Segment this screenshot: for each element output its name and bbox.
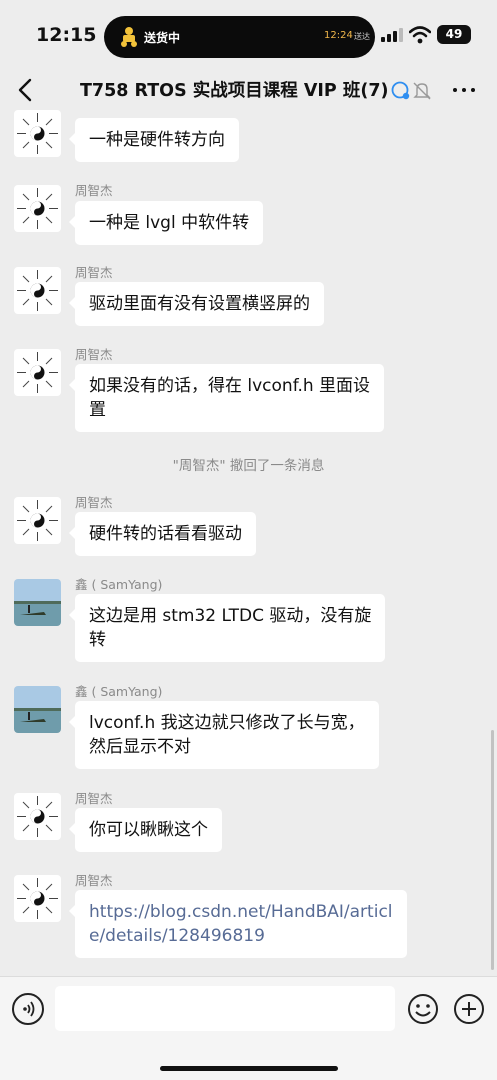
lake-photo-avatar-icon [14, 686, 61, 733]
input-bar [0, 976, 497, 1080]
mention-icon [391, 81, 410, 100]
avatar[interactable] [14, 267, 61, 314]
message-bubble[interactable]: 一种是 lvgl 中软件转 [68, 201, 264, 245]
sender-name: 周智杰 [75, 265, 113, 280]
taiji-avatar-icon [14, 349, 61, 396]
sender-name: 周智杰 [75, 347, 113, 362]
status-time: 12:15 [36, 24, 97, 46]
taiji-avatar-icon [14, 497, 61, 544]
taiji-avatar-icon [14, 875, 61, 922]
taiji-avatar-icon [14, 793, 61, 840]
recall-notice: "周智杰" 撤回了一条消息 [172, 458, 325, 474]
mute-bell-icon [413, 82, 431, 100]
chat-header: T758 RTOS 实战项目课程 VIP 班(7) [0, 70, 497, 110]
home-indicator[interactable] [160, 1066, 338, 1071]
delivery-eta: 12:24 [324, 30, 353, 41]
message-bubble[interactable]: 一种是硬件转方向 [69, 118, 239, 162]
message-bubble[interactable]: 这边是用 stm32 LTDC 驱动，没有旋 转 [68, 594, 386, 662]
avatar[interactable] [14, 793, 61, 840]
emoji-icon[interactable] [407, 993, 439, 1025]
message-line: 置 [89, 400, 106, 420]
delivery-rider-icon [121, 27, 137, 47]
delivery-eta-suffix: 送达 [354, 32, 370, 41]
message-bubble[interactable]: 驱动里面有没有设置横竖屏的 [69, 282, 324, 326]
message-bubble[interactable]: 你可以瞅瞅这个 [69, 808, 222, 852]
avatar[interactable] [14, 349, 61, 396]
message-bubble[interactable]: 如果没有的话，得在 lvconf.h 里面设 置 [68, 364, 385, 432]
sender-name: 鑫 ( SamYang) [75, 684, 163, 699]
message-bubble[interactable]: lvconf.h 我这边就只修改了长与宽， 然后显示不对 [69, 701, 379, 769]
avatar[interactable] [14, 579, 61, 626]
message-line: lvconf.h 我这边就只修改了长与宽， [89, 713, 365, 733]
sender-name: 鑫 ( SamYang) [75, 577, 163, 592]
message-line: 如果没有的话，得在 lvconf.h 里面设 [89, 376, 371, 396]
link-message-bubble[interactable]: https://blog.csdn.net/HandBAI/articl e/d… [69, 890, 407, 958]
message-line: 转 [89, 630, 106, 650]
battery-indicator: 49 [437, 25, 471, 44]
lake-photo-avatar-icon [14, 579, 61, 626]
sender-name: 周智杰 [75, 183, 113, 198]
taiji-avatar-icon [14, 185, 61, 232]
back-arrow-icon[interactable] [14, 76, 38, 104]
message-input[interactable] [55, 986, 395, 1031]
more-dots-icon[interactable] [452, 78, 476, 102]
sender-name: 周智杰 [75, 495, 113, 510]
message-list[interactable]: 一种是硬件转方向 周智杰 一种是 lvgl 中软件转 周智杰 驱动里面有没有设置… [0, 110, 497, 976]
avatar[interactable] [14, 110, 61, 157]
dynamic-island[interactable]: 送货中 12:24 送达 [104, 16, 375, 58]
delivery-status-label: 送货中 [144, 31, 181, 45]
status-bar: 12:15 送货中 12:24 送达 49 [0, 0, 497, 70]
voice-icon[interactable] [12, 993, 44, 1025]
sender-name: 周智杰 [75, 873, 113, 888]
chat-title: T758 RTOS 实战项目课程 VIP 班(7) [80, 81, 389, 101]
sender-name: 周智杰 [75, 791, 113, 806]
plus-icon[interactable] [453, 993, 485, 1025]
message-line: 这边是用 stm32 LTDC 驱动，没有旋 [89, 606, 372, 626]
avatar[interactable] [14, 497, 61, 544]
wifi-icon [409, 26, 431, 44]
taiji-avatar-icon [14, 110, 61, 157]
avatar[interactable] [14, 185, 61, 232]
cellular-signal-icon [381, 28, 403, 42]
avatar[interactable] [14, 686, 61, 733]
avatar[interactable] [14, 875, 61, 922]
message-line: 然后显示不对 [89, 737, 191, 757]
taiji-avatar-icon [14, 267, 61, 314]
battery-level: 49 [445, 27, 463, 41]
message-bubble[interactable]: 硬件转的话看看驱动 [69, 512, 256, 556]
link-line[interactable]: e/details/128496819 [89, 924, 393, 948]
link-line[interactable]: https://blog.csdn.net/HandBAI/articl [89, 900, 393, 924]
scrollbar[interactable] [491, 730, 494, 970]
